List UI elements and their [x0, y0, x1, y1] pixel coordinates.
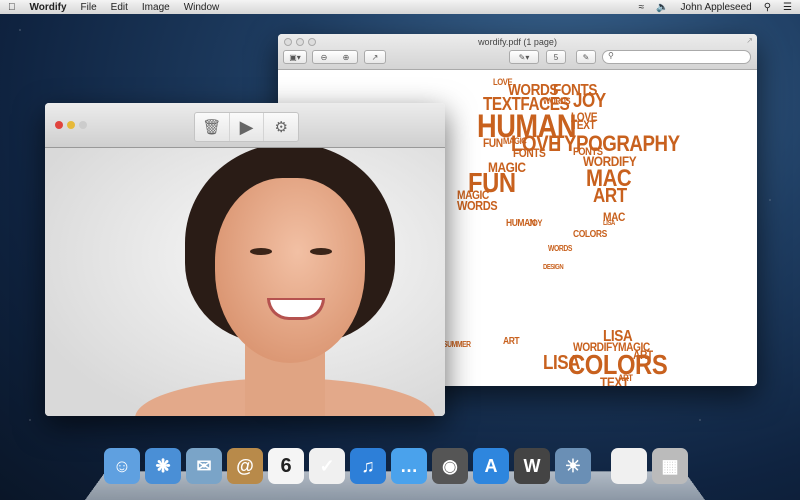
gear-icon[interactable]: ⚙ — [264, 113, 298, 141]
dock-iphoto-icon[interactable]: ☀ — [555, 448, 591, 484]
window-title: wordify.pdf (1 page) — [478, 37, 557, 47]
dock-wordify-icon[interactable]: W — [514, 448, 550, 484]
dock-finder-icon[interactable]: ☺ — [104, 448, 140, 484]
dock-photo-booth-icon[interactable]: ◉ — [432, 448, 468, 484]
word-cloud-word: COLORS — [573, 229, 607, 240]
word-cloud-word: LISA — [603, 220, 615, 227]
word-cloud-word: WORDS — [543, 96, 571, 106]
dock-contacts-icon[interactable]: @ — [227, 448, 263, 484]
word-cloud-word: DESIGN — [543, 264, 564, 271]
dock-messages-icon[interactable]: … — [391, 448, 427, 484]
volume-icon[interactable]: 🔈 — [656, 2, 668, 13]
wifi-icon[interactable]: ≈ — [639, 2, 645, 13]
search-input[interactable]: ⚲ — [602, 50, 751, 64]
notification-center-icon[interactable]: ☰ — [783, 2, 792, 13]
preview-toolbar: wordify.pdf (1 page) ▣▾ ⊖ ⊕ ↗ ✎▾ 5 ✎ ⚲ ↗ — [278, 34, 757, 70]
dock-itunes-icon[interactable]: ♫ — [350, 448, 386, 484]
word-cloud-word: WORDS — [548, 244, 572, 253]
word-cloud-word: ART — [593, 185, 627, 207]
play-icon[interactable]: ▶ — [230, 113, 265, 141]
word-cloud-word: ART — [503, 336, 520, 347]
apple-menu-icon[interactable]:  — [8, 2, 16, 13]
zoom-out-icon[interactable]: ⊖ — [321, 53, 328, 62]
word-cloud-word: TYPOGRAPHY — [553, 131, 680, 156]
zoom-button[interactable] — [79, 121, 87, 129]
fullscreen-icon[interactable]: ↗ — [746, 36, 753, 45]
menu-bar:  Wordify File Edit Image Window ≈ 🔈 Joh… — [0, 0, 800, 14]
dock-app-store-icon[interactable]: A — [473, 448, 509, 484]
menu-window[interactable]: Window — [184, 2, 220, 13]
word-cloud-word: TEXT — [571, 118, 596, 132]
minimize-button[interactable] — [67, 121, 75, 129]
spotlight-icon[interactable]: ⚲ — [764, 2, 771, 13]
search-icon: ⚲ — [608, 51, 614, 60]
zoom-in-icon[interactable]: ⊕ — [343, 53, 350, 62]
wordify-toolbar: 🗑 ▶ ⚙ — [45, 103, 445, 148]
wordify-window: 🗑 ▶ ⚙ — [45, 103, 445, 416]
user-name[interactable]: John Appleseed — [681, 2, 752, 13]
sidebar-view-button[interactable]: ▣▾ — [283, 50, 307, 64]
trash-icon[interactable]: 🗑 — [195, 113, 230, 141]
edit-toolbar-button[interactable]: ✎ — [576, 50, 596, 64]
word-cloud-word: WORDIFY — [593, 385, 639, 386]
word-cloud-word: FUN — [483, 136, 503, 150]
dock-preview-icon[interactable] — [611, 448, 647, 484]
share-button[interactable]: ↗ — [364, 50, 386, 64]
dock-mail-icon[interactable]: ✉ — [186, 448, 222, 484]
annotate-button[interactable]: ✎▾ — [509, 50, 539, 64]
word-cloud-word: ART — [618, 373, 633, 383]
dock-safari-icon[interactable]: ❋ — [145, 448, 181, 484]
word-cloud-word: SUMMER — [443, 340, 471, 349]
menu-file[interactable]: File — [81, 2, 97, 13]
close-button[interactable] — [55, 121, 63, 129]
zoom-controls: ⊖ ⊕ — [312, 50, 358, 64]
menu-app-name[interactable]: Wordify — [30, 2, 67, 13]
page-number[interactable]: 5 — [546, 50, 566, 64]
word-cloud-word: WORDS — [457, 198, 498, 213]
word-cloud-word: ART — [633, 348, 653, 362]
word-cloud-word: JOY — [528, 218, 543, 228]
dock-trash-icon[interactable]: ▦ — [652, 448, 688, 484]
dock-calendar-icon[interactable]: 6 — [268, 448, 304, 484]
dock: ☺ ❋ ✉ @6 ✓ ♫… ◉ A W ☀ ▦ — [104, 448, 688, 484]
dock-reminders-icon[interactable]: ✓ — [309, 448, 345, 484]
word-cloud-word: FONTS — [513, 146, 546, 160]
menu-edit[interactable]: Edit — [111, 2, 128, 13]
portrait-image — [45, 148, 445, 416]
word-cloud-word: JOY — [573, 90, 606, 112]
menu-image[interactable]: Image — [142, 2, 170, 13]
